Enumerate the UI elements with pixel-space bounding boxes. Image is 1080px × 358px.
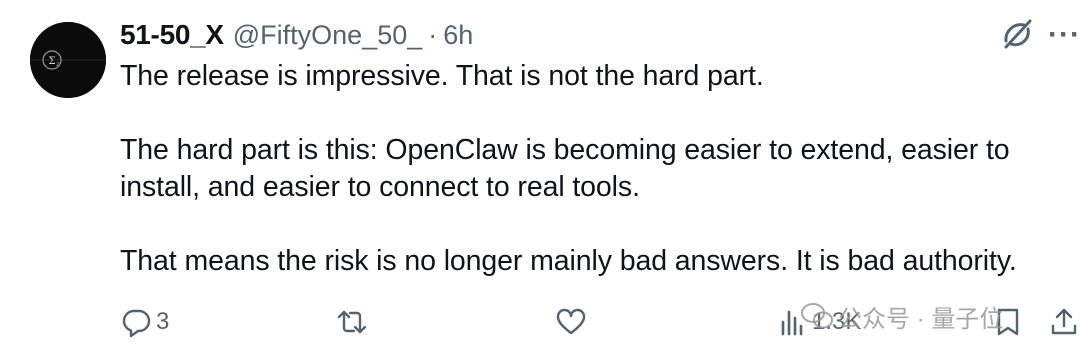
reply-button[interactable]: 3 xyxy=(120,300,169,344)
svg-text:Σ: Σ xyxy=(49,56,56,67)
separator-dot: · xyxy=(428,19,438,50)
share-button[interactable] xyxy=(1048,300,1080,344)
reply-icon xyxy=(122,309,151,338)
sigma-icon: Σ 2 xyxy=(30,22,106,98)
like-button[interactable] xyxy=(555,300,591,344)
timestamp[interactable]: 6h xyxy=(443,20,473,51)
watermark-text: 公众号 · 量子位 xyxy=(838,305,1004,333)
wechat-icon xyxy=(801,303,833,329)
grok-icon[interactable] xyxy=(997,14,1037,54)
display-name[interactable]: 51-50_X xyxy=(120,19,224,51)
heart-icon xyxy=(556,308,586,335)
retweet-button[interactable] xyxy=(336,300,372,344)
avatar[interactable]: Σ 2 xyxy=(30,22,106,98)
more-options-icon[interactable]: ··· xyxy=(1048,17,1080,53)
tweet-paragraph: The release is impressive. That is not t… xyxy=(120,60,764,92)
tweet-paragraph: The hard part is this: OpenClaw is becom… xyxy=(120,134,1010,203)
user-handle[interactable]: @FiftyOne_50_ xyxy=(233,20,423,51)
retweet-icon xyxy=(337,310,367,334)
tweet-text: The release is impressive. That is not t… xyxy=(120,58,1070,280)
watermark: 公众号 · 量子位 xyxy=(800,299,1003,333)
tweet-paragraph: That means the risk is no longer mainly … xyxy=(120,245,1017,277)
svg-text:2: 2 xyxy=(56,62,59,68)
tweet[interactable]: Σ 2 51-50_X @FiftyOne_50_ · 6h ··· The r… xyxy=(0,0,1080,358)
reply-count: 3 xyxy=(156,308,170,335)
tweet-header: 51-50_X @FiftyOne_50_ · 6h xyxy=(120,18,473,52)
share-icon xyxy=(1051,308,1077,335)
